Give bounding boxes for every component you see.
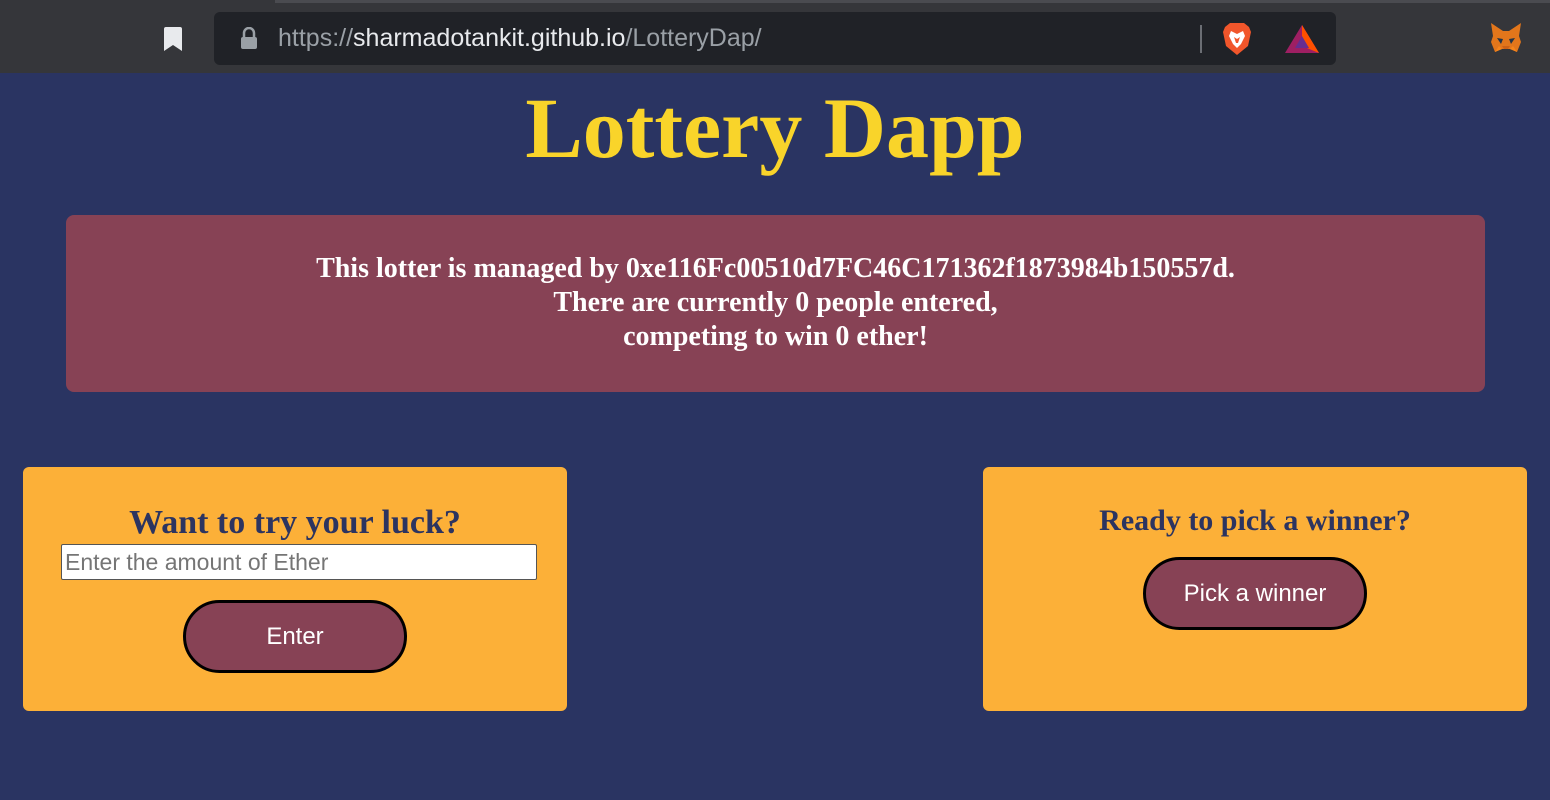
page-title: Lottery Dapp: [525, 80, 1025, 176]
url-text[interactable]: https://sharmadotankit.github.io/Lottery…: [278, 24, 762, 53]
lock-icon[interactable]: [239, 27, 259, 49]
enter-card-heading: Want to try your luck?: [129, 504, 461, 541]
url-host: sharmadotankit.github.io: [353, 24, 626, 52]
metamask-fox-icon[interactable]: [1489, 22, 1523, 54]
url-scheme: https://: [278, 24, 354, 52]
brave-lion-icon[interactable]: [1221, 22, 1253, 56]
pick-winner-heading: Ready to pick a winner?: [1099, 504, 1411, 537]
address-bar[interactable]: https://sharmadotankit.github.io/Lottery…: [214, 12, 1336, 65]
players-count-text: There are currently 0 people entered,: [553, 287, 998, 318]
prize-pool-text: competing to win 0 ether!: [623, 321, 928, 352]
url-path: /LotteryDap/: [625, 24, 762, 52]
bookmark-icon[interactable]: [164, 27, 182, 51]
url-separator: [1200, 25, 1202, 53]
tab-strip-edge: [275, 0, 1550, 3]
bat-triangle-icon[interactable]: [1284, 24, 1320, 54]
enter-button[interactable]: Enter: [183, 600, 407, 673]
manager-text: This lotter is managed by 0xe116Fc00510d…: [316, 253, 1235, 284]
pick-winner-button[interactable]: Pick a winner: [1143, 557, 1367, 630]
ether-amount-input[interactable]: [61, 544, 537, 580]
browser-toolbar: https://sharmadotankit.github.io/Lottery…: [0, 0, 1550, 73]
pick-winner-card: Ready to pick a winner? Pick a winner: [983, 467, 1527, 711]
enter-lottery-card: Want to try your luck? Enter: [23, 467, 567, 711]
lottery-info-box: This lotter is managed by 0xe116Fc00510d…: [66, 215, 1485, 392]
